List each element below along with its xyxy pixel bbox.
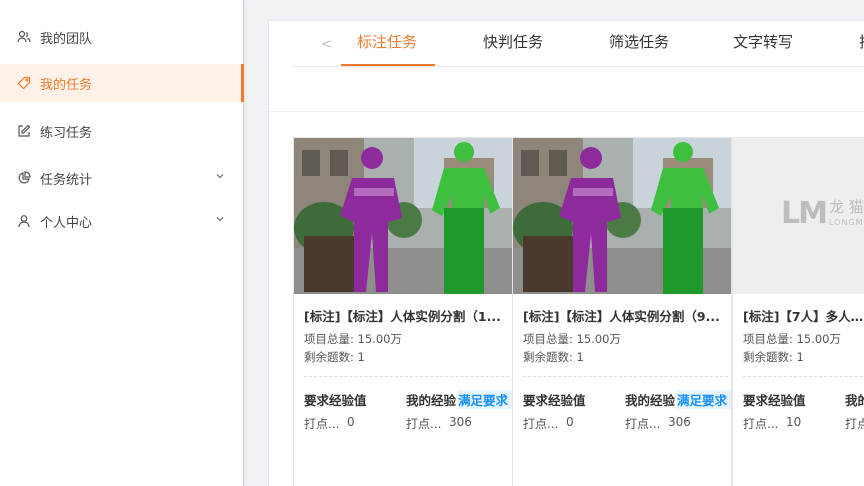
required-exp-key: 打点...	[743, 417, 779, 431]
required-exp-value: 10	[786, 415, 802, 429]
logo: LM	[781, 196, 828, 231]
tab-filter[interactable]: 筛选任务	[609, 31, 669, 52]
status-badge: 满足要求	[677, 390, 731, 409]
divider	[523, 376, 728, 377]
sidebar-item-label: 练习任务	[40, 125, 93, 141]
user-icon	[16, 213, 32, 229]
task-card[interactable]: [标注]【标注】人体实例分割（1... 项目总量: 15.00万 剩余题数: 1…	[293, 137, 513, 486]
task-tabs: < 标注任务 快判任务 筛选任务 文字转写 拉	[293, 21, 864, 67]
sidebar-item-my-team[interactable]: 我的团队	[0, 18, 244, 56]
required-exp-label: 要求经验值	[304, 393, 367, 408]
divider	[269, 111, 864, 112]
task-card[interactable]: LM 龙 猫 LONGM [标注]【7人】多人人体 项目总量: 15.00万 剩…	[732, 137, 864, 486]
required-exp-key: 打点...	[304, 417, 340, 431]
sidebar-item-label: 任务统计	[40, 172, 93, 188]
sidebar-item-practice-tasks[interactable]: 练习任务	[0, 112, 244, 150]
sidebar-item-personal-center[interactable]: 个人中心	[0, 202, 244, 240]
task-title[interactable]: [标注]【标注】人体实例分割（9...	[523, 306, 728, 325]
tab-prev-arrow[interactable]: <	[321, 37, 332, 52]
my-exp-label: 我的	[845, 393, 864, 408]
my-exp-key: 打点...	[625, 417, 661, 431]
task-total: 项目总量: 15.00万	[304, 332, 402, 346]
edit-icon	[16, 123, 32, 139]
status-badge: 满足要求	[458, 390, 512, 409]
tab-annotation[interactable]: 标注任务	[357, 31, 417, 52]
task-remaining: 剩余题数: 1	[743, 350, 804, 364]
sidebar-item-label: 我的任务	[40, 77, 93, 93]
required-exp-value: 0	[347, 415, 355, 429]
my-exp-key: 打点...	[406, 417, 442, 431]
task-card[interactable]: [标注]【标注】人体实例分割（9... 项目总量: 15.00万 剩余题数: 1…	[512, 137, 732, 486]
pie-chart-icon	[16, 170, 32, 186]
tag-icon	[16, 75, 32, 91]
my-exp-key: 打点	[845, 417, 864, 431]
sidebar-item-label: 我的团队	[40, 31, 93, 47]
sidebar-item-task-stats[interactable]: 任务统计	[0, 159, 244, 197]
logo-text: 龙 猫	[829, 198, 864, 216]
task-thumbnail	[513, 138, 731, 294]
task-remaining: 剩余题数: 1	[304, 350, 365, 364]
tab-more[interactable]: 拉	[859, 31, 864, 52]
logo-subtext: LONGM	[829, 218, 864, 227]
required-exp-label: 要求经验值	[743, 393, 806, 408]
divider	[304, 376, 509, 377]
task-remaining: 剩余题数: 1	[523, 350, 584, 364]
my-exp-label: 我的经验	[625, 393, 676, 408]
task-total: 项目总量: 15.00万	[743, 332, 841, 346]
required-exp-key: 打点...	[523, 417, 559, 431]
required-exp-value: 0	[566, 415, 574, 429]
required-exp-label: 要求经验值	[523, 393, 586, 408]
task-panel: < 标注任务 快判任务 筛选任务 文字转写 拉	[268, 20, 864, 486]
my-exp-value: 306	[449, 415, 472, 429]
task-total: 项目总量: 15.00万	[523, 332, 621, 346]
active-tab-indicator	[341, 64, 435, 66]
sidebar-item-my-tasks[interactable]: 我的任务	[0, 64, 244, 102]
tab-quick-judge[interactable]: 快判任务	[483, 31, 543, 52]
sidebar-item-label: 个人中心	[40, 215, 93, 231]
divider	[743, 376, 864, 377]
chevron-down-icon[interactable]	[214, 213, 226, 225]
sidebar: 我的团队 我的任务 练习任务 任务统计 个人中心	[0, 0, 244, 486]
tab-transcription[interactable]: 文字转写	[733, 31, 793, 52]
task-title[interactable]: [标注]【7人】多人人体	[743, 306, 864, 325]
task-thumbnail-placeholder: LM 龙 猫 LONGM	[733, 138, 864, 294]
task-title[interactable]: [标注]【标注】人体实例分割（1...	[304, 306, 509, 325]
my-exp-label: 我的经验	[406, 393, 457, 408]
chevron-down-icon[interactable]	[214, 170, 226, 182]
task-thumbnail	[294, 138, 512, 294]
team-icon	[16, 29, 32, 45]
my-exp-value: 306	[668, 415, 691, 429]
